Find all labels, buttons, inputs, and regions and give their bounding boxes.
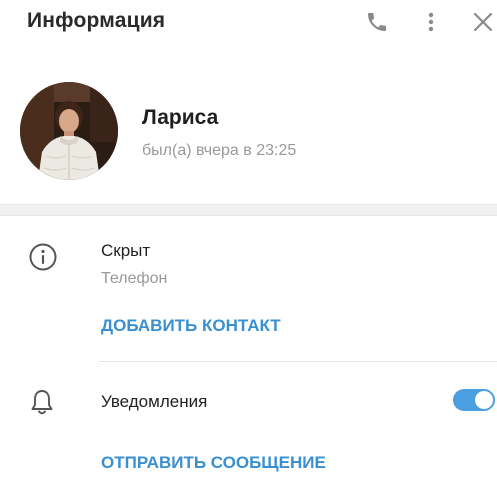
more-options-button[interactable] [417,8,445,36]
phone-value: Скрыт [101,241,151,260]
last-seen-status: был(а) вчера в 23:25 [142,142,297,159]
more-vertical-icon [428,12,434,32]
notifications-toggle[interactable] [453,389,495,411]
profile-section: Лариса был(а) вчера в 23:25 [0,44,497,204]
user-info-panel: Информация Лариса был(а) вчера в 23:25 С… [0,0,497,492]
contact-name: Лариса [142,106,219,129]
bell-icon [31,390,53,415]
send-message-button[interactable]: ОТПРАВИТЬ СООБЩЕНИЕ [101,453,326,473]
close-button[interactable] [469,8,497,36]
call-button[interactable] [363,8,391,36]
section-divider [0,204,497,216]
close-icon [473,12,493,32]
header: Информация [0,0,497,44]
notifications-label: Уведомления [101,392,208,411]
info-icon [29,243,57,271]
toggle-knob [475,391,493,409]
avatar-photo [20,82,118,180]
avatar[interactable] [20,82,118,180]
add-contact-button[interactable]: ДОБАВИТЬ КОНТАКТ [101,316,281,336]
row-divider [99,361,497,362]
phone-icon [368,13,386,31]
phone-label: Телефон [101,270,168,287]
page-title: Информация [27,9,166,32]
